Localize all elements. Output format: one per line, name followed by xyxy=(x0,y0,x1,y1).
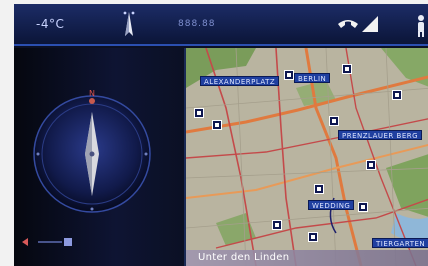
frequency-readout: 888.88 xyxy=(178,19,216,29)
poi-marker[interactable] xyxy=(212,120,222,130)
nav-screen: -4°C 888.88 N ALEXANDERPLATZ BERLIN PREN… xyxy=(14,4,428,266)
signal-icon xyxy=(362,16,378,32)
street-name-bar: Unter den Linden xyxy=(186,250,428,266)
poi-marker[interactable] xyxy=(366,160,376,170)
poi-marker[interactable] xyxy=(392,90,402,100)
compass-icon[interactable] xyxy=(114,10,144,40)
poi-marker[interactable] xyxy=(314,184,324,194)
compass-dial: N xyxy=(33,89,151,213)
poi-marker[interactable] xyxy=(308,232,318,242)
map-scale xyxy=(22,238,72,246)
map-label-berlin: BERLIN xyxy=(294,73,331,83)
poi-marker[interactable] xyxy=(329,116,339,126)
poi-marker[interactable] xyxy=(284,70,294,80)
phone-icon[interactable] xyxy=(336,16,360,34)
compass-panel: N xyxy=(14,48,184,266)
map-view[interactable]: ALEXANDERPLATZ BERLIN PRENZLAUER BERG WE… xyxy=(184,48,428,266)
map-label-wedding: WEDDING xyxy=(308,200,355,210)
poi-marker[interactable] xyxy=(342,64,352,74)
street-name: Unter den Linden xyxy=(198,252,290,263)
poi-marker[interactable] xyxy=(194,108,204,118)
map-label-tiergarten: TIERGARTEN xyxy=(372,238,428,248)
map-label-prenzlauer-berg: PRENZLAUER BERG xyxy=(338,130,423,140)
poi-marker[interactable] xyxy=(358,202,368,212)
north-label: N xyxy=(89,89,95,98)
status-bar: -4°C 888.88 xyxy=(14,4,428,46)
map-label-alexanderplatz: ALEXANDERPLATZ xyxy=(200,76,280,86)
temperature-readout: -4°C xyxy=(36,17,65,31)
poi-marker[interactable] xyxy=(272,220,282,230)
person-icon[interactable] xyxy=(412,14,428,38)
